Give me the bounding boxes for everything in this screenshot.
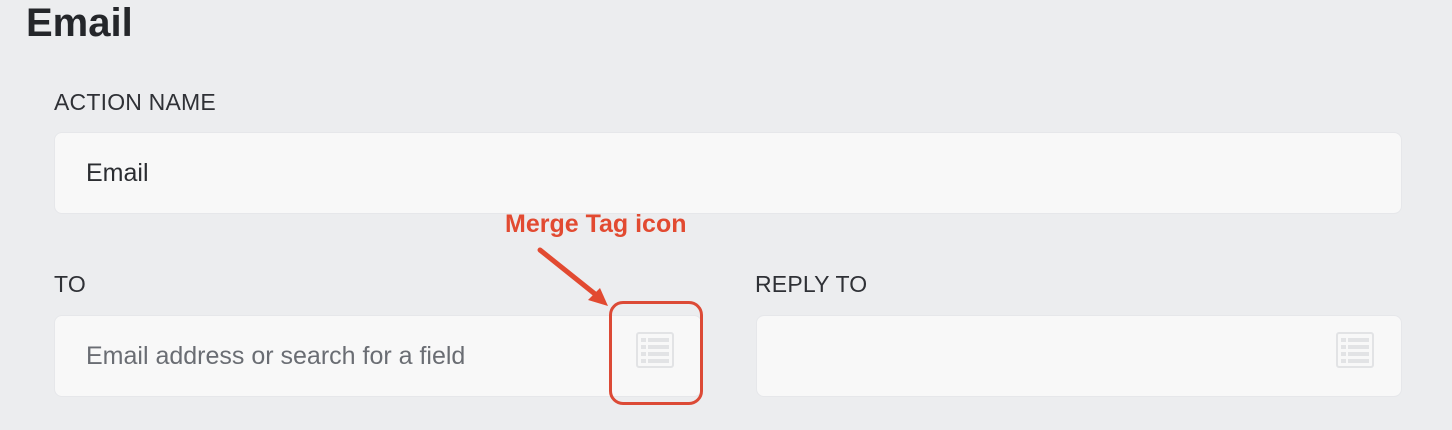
reply-to-label: REPLY TO xyxy=(755,271,868,297)
to-input[interactable]: Email address or search for a field xyxy=(54,315,702,397)
annotation-highlight-box xyxy=(609,301,703,405)
annotation-arrow-icon xyxy=(537,247,608,306)
reply-to-input[interactable] xyxy=(756,315,1402,397)
annotation-label: Merge Tag icon xyxy=(505,210,687,238)
to-label: TO xyxy=(54,271,86,297)
action-name-label: ACTION NAME xyxy=(54,89,216,115)
section-title: Email xyxy=(26,1,133,45)
merge-tag-icon-reply[interactable] xyxy=(1336,332,1374,368)
action-name-input[interactable]: Email xyxy=(54,132,1402,214)
